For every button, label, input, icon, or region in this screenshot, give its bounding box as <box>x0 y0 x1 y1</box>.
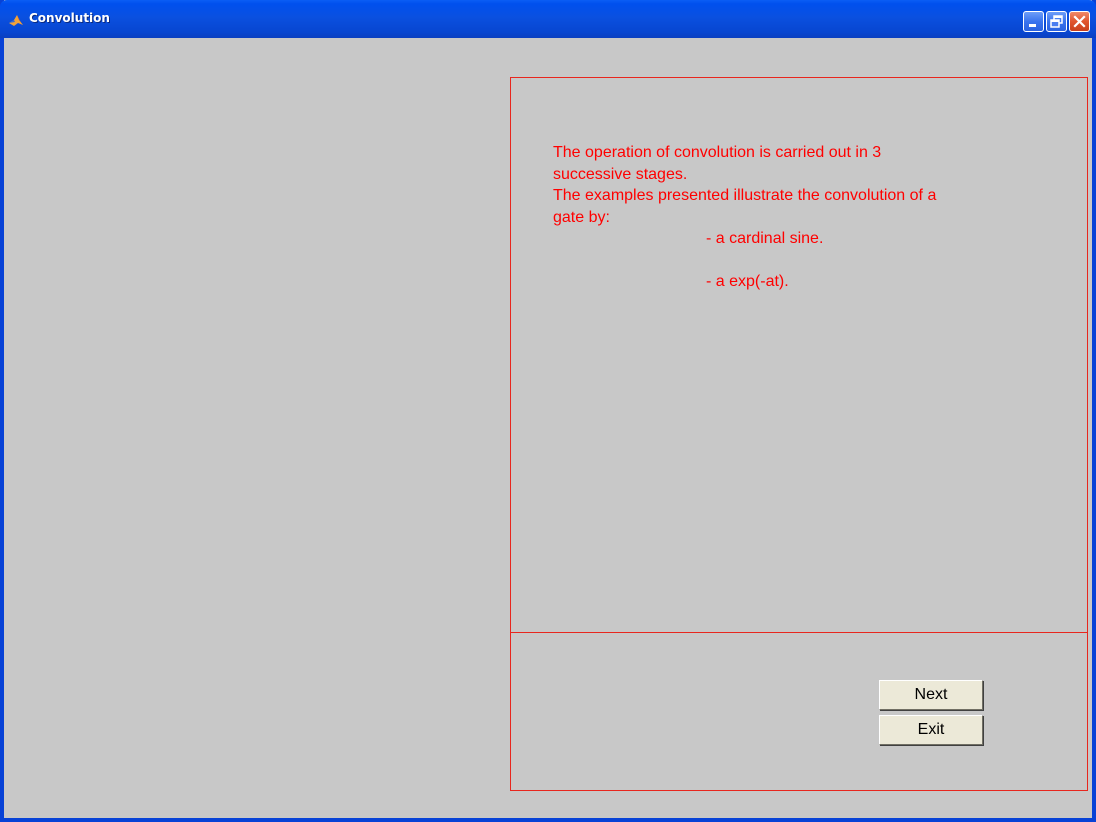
next-button[interactable]: Next <box>879 680 983 710</box>
info-line: gate by: <box>553 208 610 226</box>
maximize-button[interactable] <box>1046 11 1067 32</box>
matlab-logo-icon <box>9 15 23 26</box>
info-panel: The operation of convolution is carried … <box>510 77 1088 633</box>
close-button[interactable] <box>1069 11 1090 32</box>
exit-button[interactable]: Exit <box>879 715 983 745</box>
info-line: The examples presented illustrate the co… <box>553 187 937 204</box>
title-bar[interactable]: Convolution <box>0 0 1096 38</box>
close-icon <box>1073 15 1086 28</box>
control-panel: Next Exit <box>510 632 1088 791</box>
window-title: Convolution <box>29 11 110 25</box>
example-item-cardinal-sine: - a cardinal sine. <box>706 230 824 247</box>
minimize-button[interactable] <box>1023 11 1044 32</box>
info-line: The operation of convolution is carried … <box>553 144 882 161</box>
figure-area: The operation of convolution is carried … <box>4 38 1092 818</box>
info-line: successive stages. <box>553 165 688 183</box>
application-window: Convolution The operation of convolution… <box>0 0 1096 822</box>
example-item-exp: - a exp(-at). <box>706 273 789 290</box>
minimize-icon <box>1029 24 1036 27</box>
info-text: The operation of convolution is carried … <box>553 142 1063 293</box>
restore-icon <box>1050 15 1063 28</box>
